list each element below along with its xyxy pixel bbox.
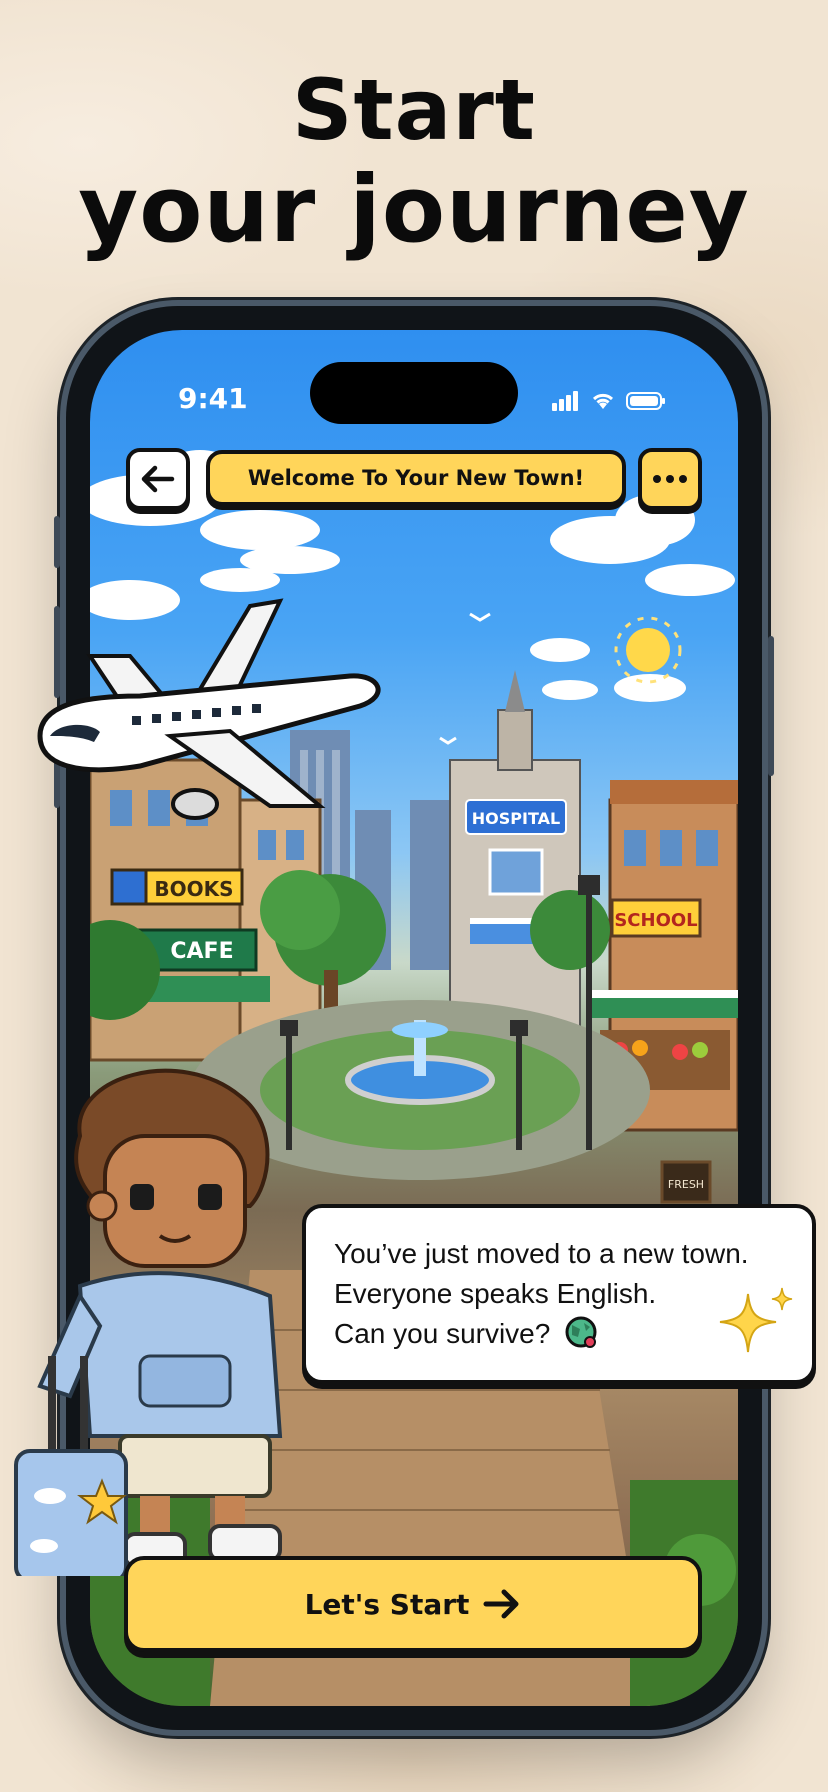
- wifi-icon: [592, 393, 614, 409]
- more-options-button[interactable]: [638, 448, 702, 510]
- dialog-line-1: You’ve just moved to a new town.: [334, 1238, 749, 1269]
- cellular-signal-icon: [552, 391, 580, 411]
- headline-line-1: Start: [292, 61, 536, 159]
- hospital-sign: HOSPITAL: [472, 809, 560, 828]
- lets-start-button[interactable]: Let's Start: [124, 1556, 702, 1652]
- dynamic-island: [310, 362, 518, 424]
- hospital-building: HOSPITAL: [449, 670, 581, 1031]
- headline-line-2: your journey: [78, 156, 750, 263]
- sun-icon: [614, 616, 682, 684]
- airplane-illustration: [37, 598, 381, 820]
- status-time: 9:41: [178, 382, 248, 415]
- phone-mute-switch: [54, 516, 60, 568]
- top-bar: Welcome To Your New Town!: [126, 448, 706, 510]
- arrow-right-icon: [483, 1589, 519, 1619]
- screen-title: Welcome To Your New Town!: [206, 450, 626, 506]
- back-button[interactable]: [126, 448, 190, 510]
- phone-power-button: [768, 636, 774, 776]
- battery-icon: [626, 392, 665, 410]
- arrow-left-icon: [141, 465, 175, 493]
- svg-text:FRESH: FRESH: [668, 1178, 704, 1191]
- status-icons: [552, 388, 666, 414]
- dialog-bubble: You’ve just moved to a new town. Everyon…: [302, 1204, 816, 1384]
- character-illustration: [14, 1068, 283, 1576]
- school-sign: SCHOOL: [614, 910, 697, 931]
- ellipsis-icon: [653, 475, 661, 483]
- books-sign: BOOKS: [154, 877, 233, 901]
- status-bar: 9:41: [90, 362, 738, 424]
- globe-icon: [565, 1316, 597, 1348]
- fresh-sign: FRESH: [660, 1160, 712, 1204]
- sparkle-icon: [719, 1287, 793, 1353]
- headline: Start your journey: [0, 62, 828, 262]
- lets-start-label: Let's Start: [304, 1587, 470, 1621]
- cafe-sign: CAFE: [170, 939, 233, 964]
